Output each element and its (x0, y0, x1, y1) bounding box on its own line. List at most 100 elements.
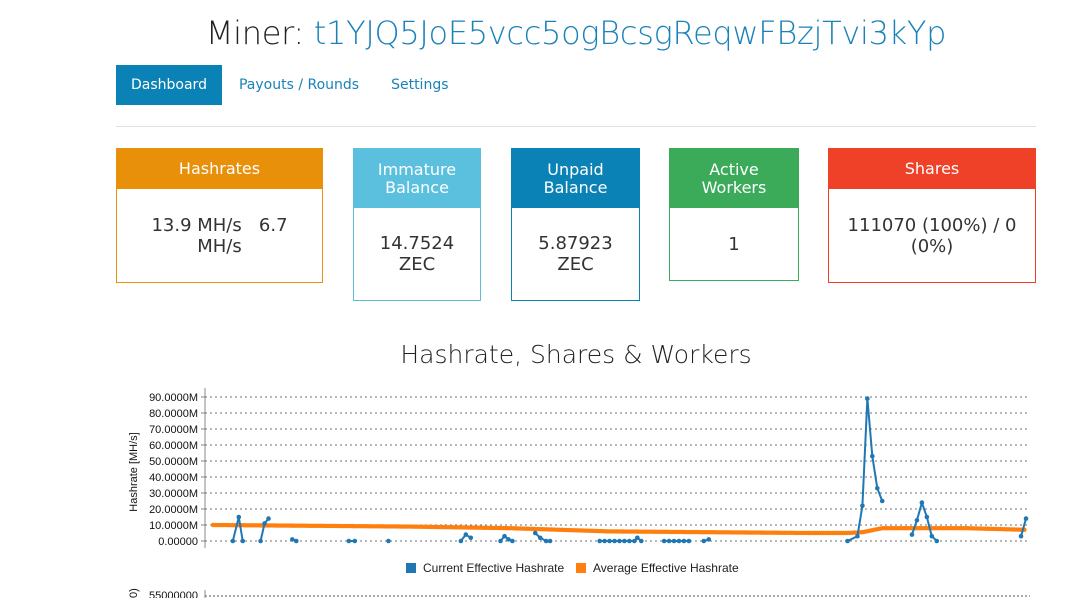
average-point (492, 525, 497, 531)
average-point (241, 523, 246, 528)
current-point (230, 538, 236, 544)
average-point (485, 525, 491, 531)
average-point (350, 523, 355, 529)
unpaid-value: 5.87923 (538, 233, 613, 254)
current-segment (876, 487, 884, 502)
average-point (348, 523, 353, 529)
average-point (880, 526, 885, 531)
average-point (605, 529, 611, 534)
average-point (437, 524, 443, 530)
average-point (762, 530, 768, 535)
average-point (217, 522, 222, 528)
shares-value-line2: (0%) (910, 235, 954, 257)
average-point (398, 524, 403, 529)
average-point (647, 529, 652, 534)
average-point (505, 525, 510, 531)
average-point (756, 530, 761, 535)
average-point (260, 523, 266, 528)
average-point (623, 529, 628, 534)
average-point (396, 524, 401, 529)
current-point (706, 537, 712, 542)
average-point (937, 526, 942, 531)
current-segment (866, 398, 874, 457)
average-point (961, 526, 966, 531)
average-point (858, 530, 864, 535)
average-point (267, 523, 272, 528)
average-point (448, 525, 453, 530)
average-point (516, 526, 521, 531)
average-point (697, 529, 702, 535)
active-workers-card-body: 1 (670, 208, 798, 280)
current-point (607, 538, 612, 544)
average-point (450, 525, 456, 530)
immature-unit: ZEC (398, 254, 436, 275)
tab-settings[interactable]: Settings (376, 65, 463, 105)
average-point (400, 524, 405, 529)
average-point (215, 522, 220, 528)
average-point (337, 523, 342, 529)
average-point (343, 523, 349, 529)
y-tick-label: 50.0000M (149, 456, 198, 468)
average-point (346, 523, 351, 529)
average-point (769, 530, 774, 535)
average-point (823, 530, 829, 536)
unpaid-balance-card-header: Unpaid Balance (512, 149, 639, 208)
average-point (522, 526, 528, 531)
current-point (537, 535, 543, 541)
average-point (356, 523, 362, 529)
current-point (671, 538, 677, 544)
current-point (547, 538, 553, 544)
current-segment (925, 516, 933, 537)
average-point (867, 528, 872, 533)
average-point (243, 523, 248, 528)
average-point (322, 523, 327, 529)
average-point (649, 529, 654, 534)
average-point (729, 530, 735, 535)
average-point (496, 525, 501, 531)
average-point (383, 524, 388, 529)
average-point (902, 526, 907, 531)
average-point (777, 530, 783, 535)
average-point (760, 530, 765, 535)
average-point (1011, 527, 1016, 532)
current-point (346, 538, 352, 544)
average-point (435, 524, 440, 530)
average-point (415, 524, 421, 529)
average-point (479, 525, 484, 530)
average-point (363, 524, 368, 529)
average-point (228, 522, 233, 528)
average-point (250, 523, 255, 528)
legend-average[interactable]: Average Effective Hashrate (593, 561, 739, 575)
average-point (810, 530, 816, 536)
current-point (266, 516, 271, 521)
legend-swatch-average (576, 563, 586, 573)
average-point (459, 525, 464, 530)
shares-title: Shares (904, 159, 960, 178)
average-point (601, 529, 606, 534)
active-workers-card-header: Active Workers (670, 149, 798, 208)
tab-dashboard[interactable]: Dashboard (116, 65, 222, 105)
average-point (511, 526, 517, 531)
legend-current[interactable]: Current Effective Hashrate (423, 561, 565, 575)
hashrates-title: Hashrates (178, 159, 261, 178)
average-point (442, 524, 447, 530)
current-point (458, 538, 464, 544)
tab-payouts-rounds[interactable]: Payouts / Rounds (224, 65, 374, 105)
unpaid-balance-card-body: 5.87923 ZEC (512, 208, 639, 300)
shares-card-body: 111070 (100%) / 0 (0%) (829, 189, 1035, 282)
current-point (612, 538, 617, 544)
average-point (969, 526, 975, 531)
average-point (919, 526, 925, 531)
average-point (725, 530, 730, 535)
unpaid-unit: ZEC (557, 254, 594, 275)
average-point (313, 523, 318, 529)
average-point (287, 523, 292, 528)
average-point (404, 524, 410, 529)
average-point (980, 526, 986, 531)
average-point (361, 524, 366, 529)
average-point (252, 523, 257, 528)
average-point (865, 529, 870, 534)
immature-balance-card-body: 14.7524 ZEC (354, 208, 480, 300)
current-segment (503, 535, 510, 541)
current-segment (508, 538, 513, 542)
